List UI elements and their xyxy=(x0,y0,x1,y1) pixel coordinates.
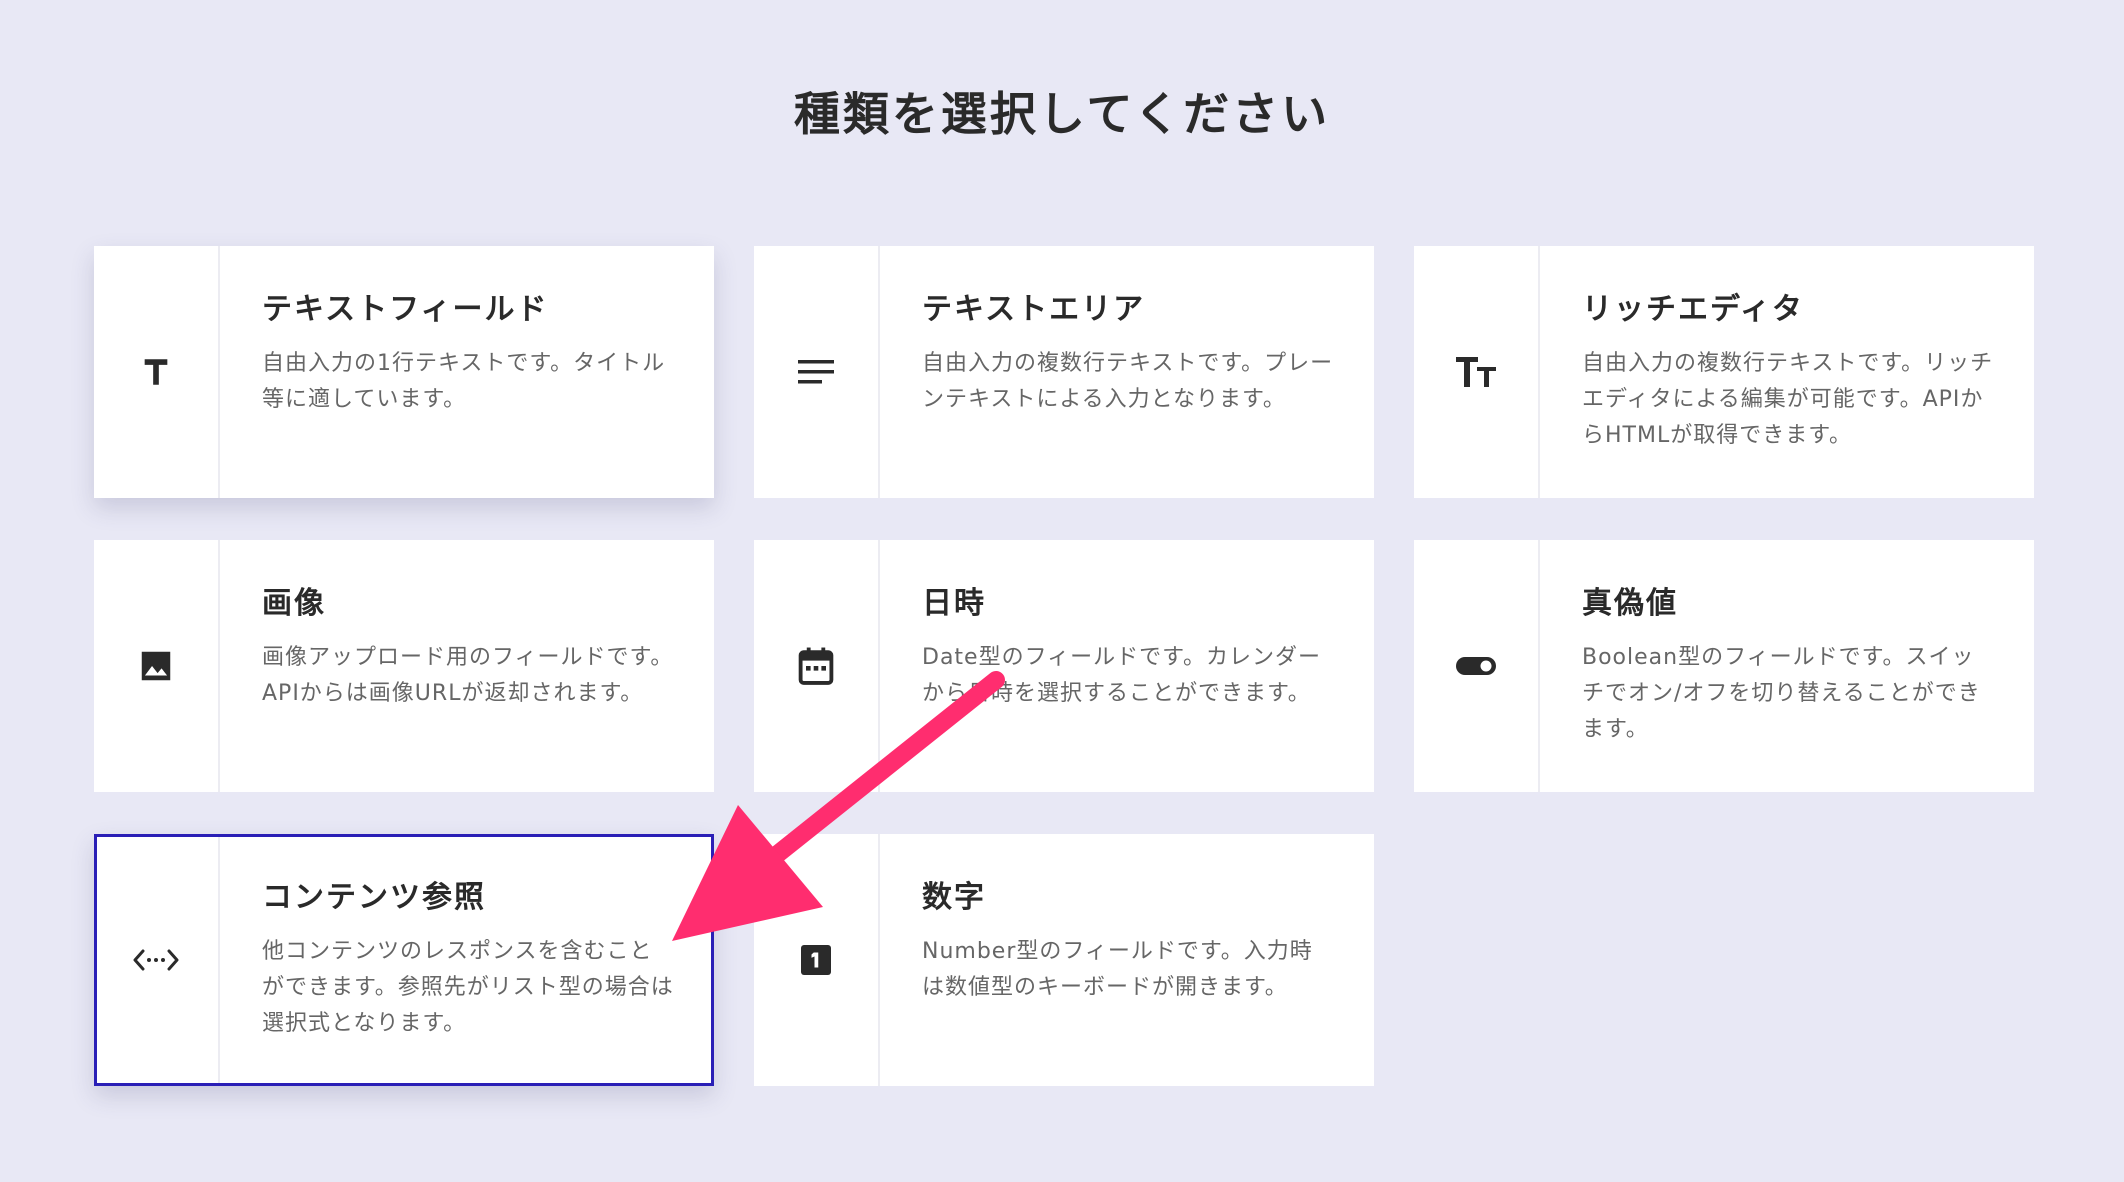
card-description: 画像アップロード用のフィールドです。APIからは画像URLが返却されます。 xyxy=(262,645,674,706)
card-title: 日時 xyxy=(922,586,986,621)
field-type-card-text-area[interactable]: テキストエリア 自由入力の複数行テキストです。プレーンテキストによる入力となりま… xyxy=(754,246,1374,498)
icon-column xyxy=(1414,246,1540,498)
card-description: Date型のフィールドです。カレンダーから日時を選択することができます。 xyxy=(922,645,1321,706)
field-type-card-datetime[interactable]: 日時 Date型のフィールドです。カレンダーから日時を選択することができます。 xyxy=(754,540,1374,792)
card-description: 他コンテンツのレスポンスを含むことができます。参照先がリスト型の場合は選択式とな… xyxy=(262,939,674,1036)
card-title: リッチエディタ xyxy=(1582,292,1804,327)
text-size-icon xyxy=(1456,357,1496,387)
card-description: Boolean型のフィールドです。スイッチでオン/オフを切り替えることができます… xyxy=(1582,645,1981,742)
code-brackets-icon xyxy=(133,949,179,971)
field-type-card-rich-editor[interactable]: リッチエディタ 自由入力の複数行テキストです。リッチエディタによる編集が可能です… xyxy=(1414,246,2034,498)
icon-column xyxy=(94,540,220,792)
field-type-card-boolean[interactable]: 真偽値 Boolean型のフィールドです。スイッチでオン/オフを切り替えることが… xyxy=(1414,540,2034,792)
icon-column xyxy=(754,246,880,498)
card-description: Number型のフィールドです。入力時は数値型のキーボードが開きます。 xyxy=(922,939,1313,1000)
page-title: 種類を選択してください xyxy=(793,87,1331,141)
icon-column xyxy=(94,246,220,498)
card-title: 真偽値 xyxy=(1582,586,1678,621)
number-one-icon xyxy=(801,945,831,975)
icon-column xyxy=(94,834,220,1086)
toggle-icon xyxy=(1456,657,1496,675)
card-title: テキストフィールド xyxy=(262,292,549,327)
card-title: コンテンツ参照 xyxy=(262,880,486,915)
lines-icon xyxy=(798,360,834,384)
field-type-card-text-field[interactable]: テキストフィールド 自由入力の1行テキストです。タイトル等に適しています。 xyxy=(94,246,714,498)
field-type-grid: テキストフィールド 自由入力の1行テキストです。タイトル等に適しています。 テキ… xyxy=(94,246,2034,1086)
text-t-icon xyxy=(144,359,168,385)
field-type-card-content-reference[interactable]: コンテンツ参照 他コンテンツのレスポンスを含むことができます。参照先がリスト型の… xyxy=(94,834,714,1086)
icon-column xyxy=(754,834,880,1086)
card-description: 自由入力の複数行テキストです。プレーンテキストによる入力となります。 xyxy=(922,351,1334,412)
icon-column xyxy=(754,540,880,792)
icon-column xyxy=(1414,540,1540,792)
card-title: 数字 xyxy=(922,880,986,915)
field-type-card-image[interactable]: 画像 画像アップロード用のフィールドです。APIからは画像URLが返却されます。 xyxy=(94,540,714,792)
field-type-card-number[interactable]: 数字 Number型のフィールドです。入力時は数値型のキーボードが開きます。 xyxy=(754,834,1374,1086)
card-title: 画像 xyxy=(262,586,326,621)
image-icon xyxy=(141,651,171,681)
card-title: テキストエリア xyxy=(922,292,1146,327)
card-description: 自由入力の1行テキストです。タイトル等に適しています。 xyxy=(262,351,666,412)
card-description: 自由入力の複数行テキストです。リッチエディタによる編集が可能です。APIからHT… xyxy=(1582,351,1994,448)
calendar-icon xyxy=(798,647,834,685)
